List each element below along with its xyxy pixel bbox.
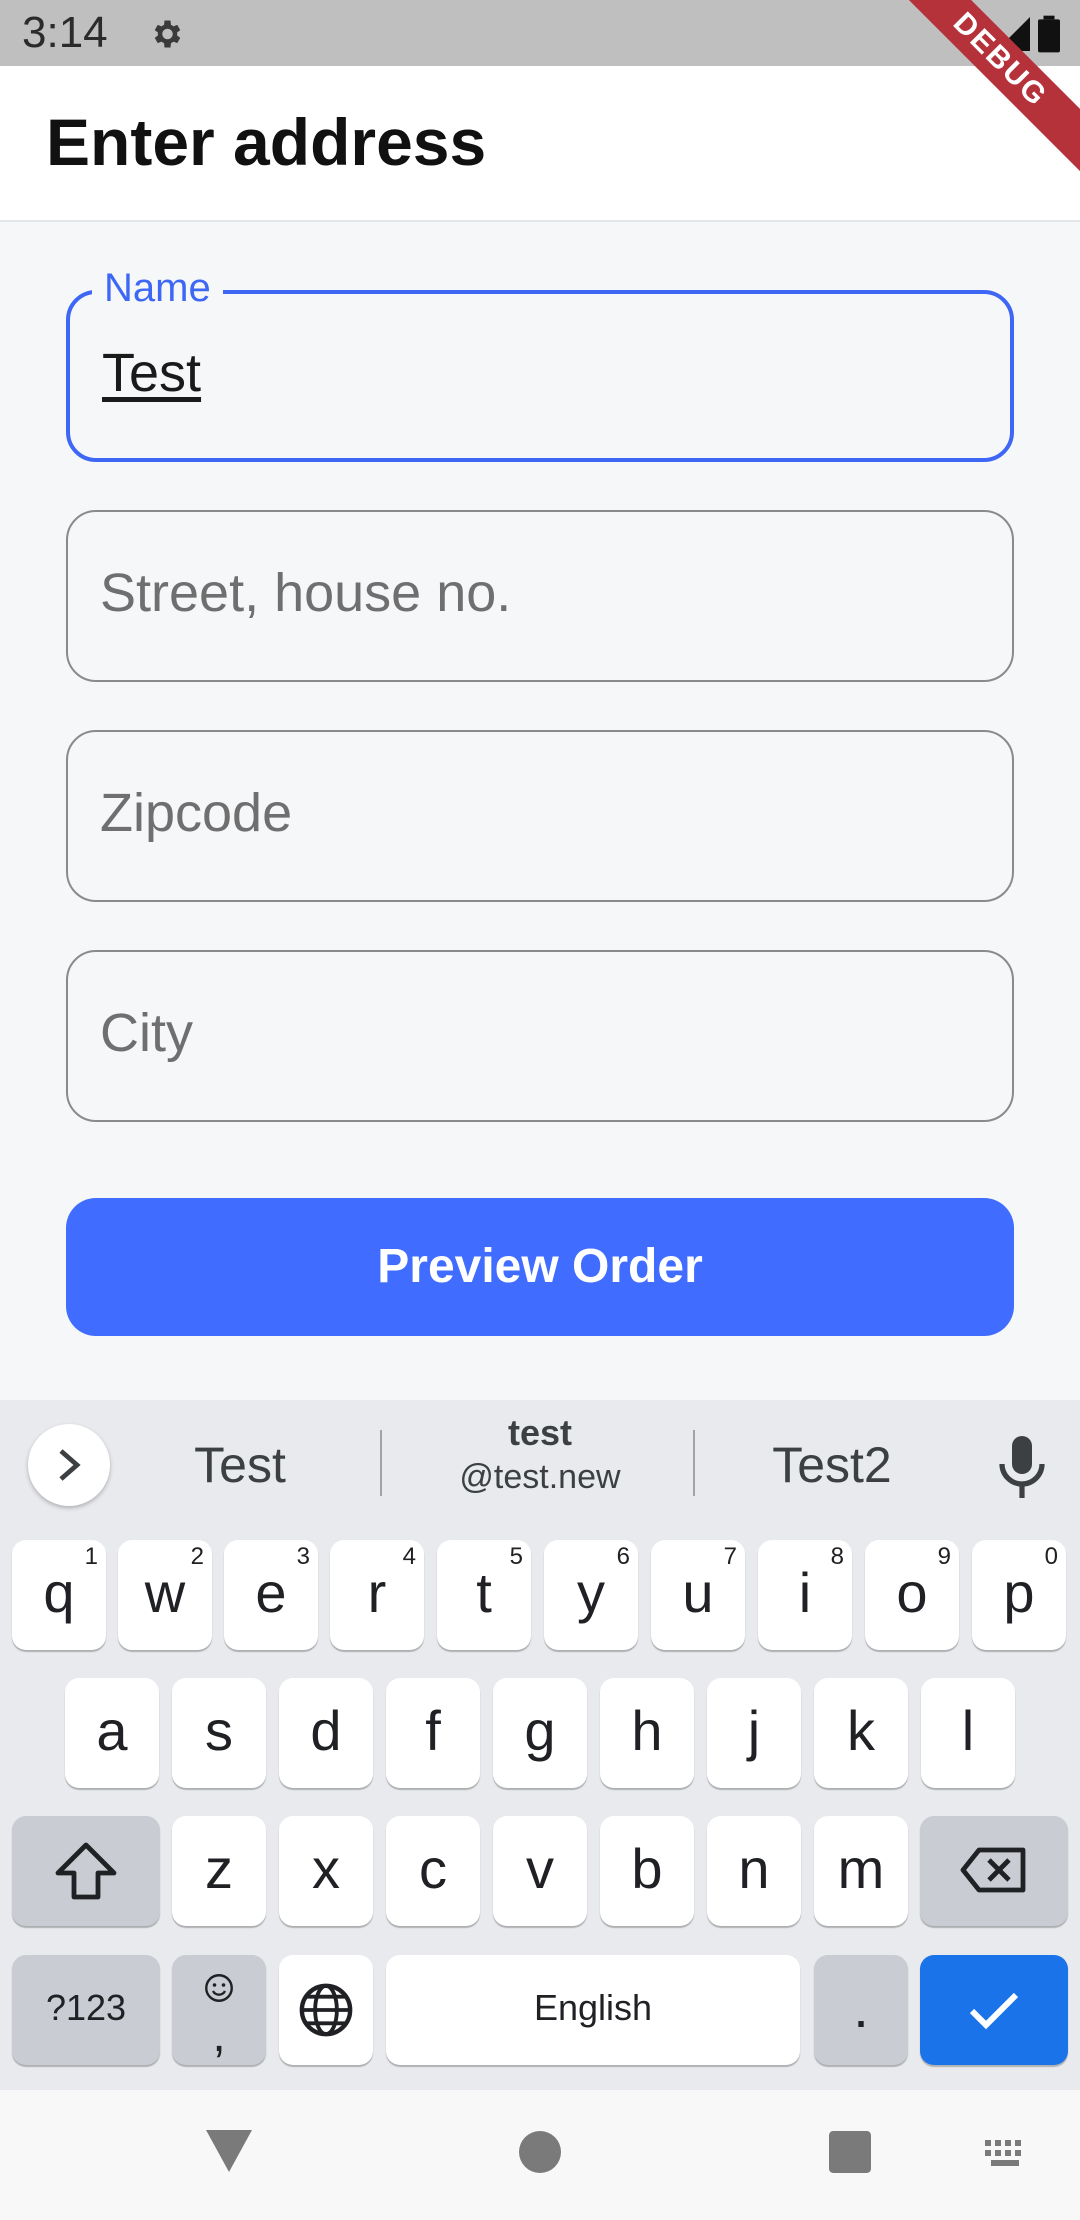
key-n[interactable]: n <box>707 1816 801 1926</box>
key-u[interactable]: u7 <box>651 1540 745 1650</box>
period-key[interactable]: . <box>814 1955 908 2065</box>
key-i[interactable]: i8 <box>758 1540 852 1650</box>
comma-label: , <box>212 2009 226 2062</box>
key-l[interactable]: l <box>921 1678 1015 1788</box>
check-icon <box>969 1992 1019 2030</box>
suggestion-divider <box>693 1430 695 1496</box>
key-e[interactable]: e3 <box>224 1540 318 1650</box>
symbols-key[interactable]: ?123 <box>12 1955 160 2065</box>
suggestion-middle[interactable]: test @test.new <box>440 1412 640 1497</box>
suggestion-right[interactable]: Test2 <box>752 1436 912 1494</box>
name-field-label: Name <box>92 266 223 311</box>
suggestion-middle-subtitle: @test.new <box>459 1458 621 1496</box>
recents-icon[interactable] <box>829 2131 871 2173</box>
backspace-key[interactable] <box>920 1816 1068 1926</box>
preview-order-button[interactable]: Preview Order <box>66 1198 1014 1336</box>
key-f[interactable]: f <box>386 1678 480 1788</box>
key-g[interactable]: g <box>493 1678 587 1788</box>
name-field-value: Test <box>102 343 202 403</box>
street-field-placeholder: Street, house no. <box>100 563 512 623</box>
zipcode-field-placeholder: Zipcode <box>100 783 293 843</box>
keyboard-expand-button[interactable] <box>28 1424 110 1506</box>
name-field[interactable]: Name Test <box>66 266 1014 462</box>
zipcode-field[interactable]: Zipcode <box>66 730 1014 902</box>
suggestion-divider <box>380 1430 382 1496</box>
key-d[interactable]: d <box>279 1678 373 1788</box>
key-r[interactable]: r4 <box>330 1540 424 1650</box>
key-t[interactable]: t5 <box>437 1540 531 1650</box>
status-time: 3:14 <box>22 8 108 57</box>
keyboard: Test test @test.new Test2 q1 w2 e3 r4 t5… <box>0 1400 1080 2090</box>
key-w[interactable]: w2 <box>118 1540 212 1650</box>
street-field[interactable]: Street, house no. <box>66 510 1014 682</box>
key-c[interactable]: c <box>386 1816 480 1926</box>
key-v[interactable]: v <box>493 1816 587 1926</box>
mic-icon[interactable] <box>998 1436 1046 1498</box>
key-o[interactable]: o9 <box>865 1540 959 1650</box>
done-key[interactable] <box>920 1955 1068 2065</box>
city-field[interactable]: City <box>66 950 1014 1122</box>
key-p[interactable]: p0 <box>972 1540 1066 1650</box>
suggestion-middle-title: test <box>507 1412 573 1453</box>
keyboard-switch-icon[interactable] <box>985 2140 1029 2168</box>
back-icon[interactable] <box>206 2130 252 2172</box>
navigation-bar <box>0 2090 1080 2220</box>
key-q[interactable]: q1 <box>12 1540 106 1650</box>
home-icon[interactable] <box>519 2131 561 2173</box>
suggestion-left[interactable]: Test <box>160 1436 320 1494</box>
page-title: Enter address <box>46 105 487 179</box>
chevron-right-icon <box>59 1449 81 1481</box>
key-j[interactable]: j <box>707 1678 801 1788</box>
shift-icon <box>55 1842 117 1900</box>
key-x[interactable]: x <box>279 1816 373 1926</box>
shift-key[interactable] <box>12 1816 160 1926</box>
key-z[interactable]: z <box>172 1816 266 1926</box>
city-field-placeholder: City <box>100 1003 193 1063</box>
key-m[interactable]: m <box>814 1816 908 1926</box>
key-a[interactable]: a <box>65 1678 159 1788</box>
suggestion-strip: Test test @test.new Test2 <box>0 1400 1080 1536</box>
globe-icon <box>299 1983 353 2037</box>
space-key[interactable]: English <box>386 1955 800 2065</box>
key-h[interactable]: h <box>600 1678 694 1788</box>
language-key[interactable] <box>279 1955 373 2065</box>
key-y[interactable]: y6 <box>544 1540 638 1650</box>
key-s[interactable]: s <box>172 1678 266 1788</box>
backspace-icon <box>960 1847 1026 1893</box>
key-b[interactable]: b <box>600 1816 694 1926</box>
battery-icon <box>1038 15 1060 53</box>
emoji-comma-key[interactable]: , <box>172 1955 266 2065</box>
app-bar: Enter address <box>0 66 1080 222</box>
gear-icon <box>154 20 181 48</box>
key-k[interactable]: k <box>814 1678 908 1788</box>
